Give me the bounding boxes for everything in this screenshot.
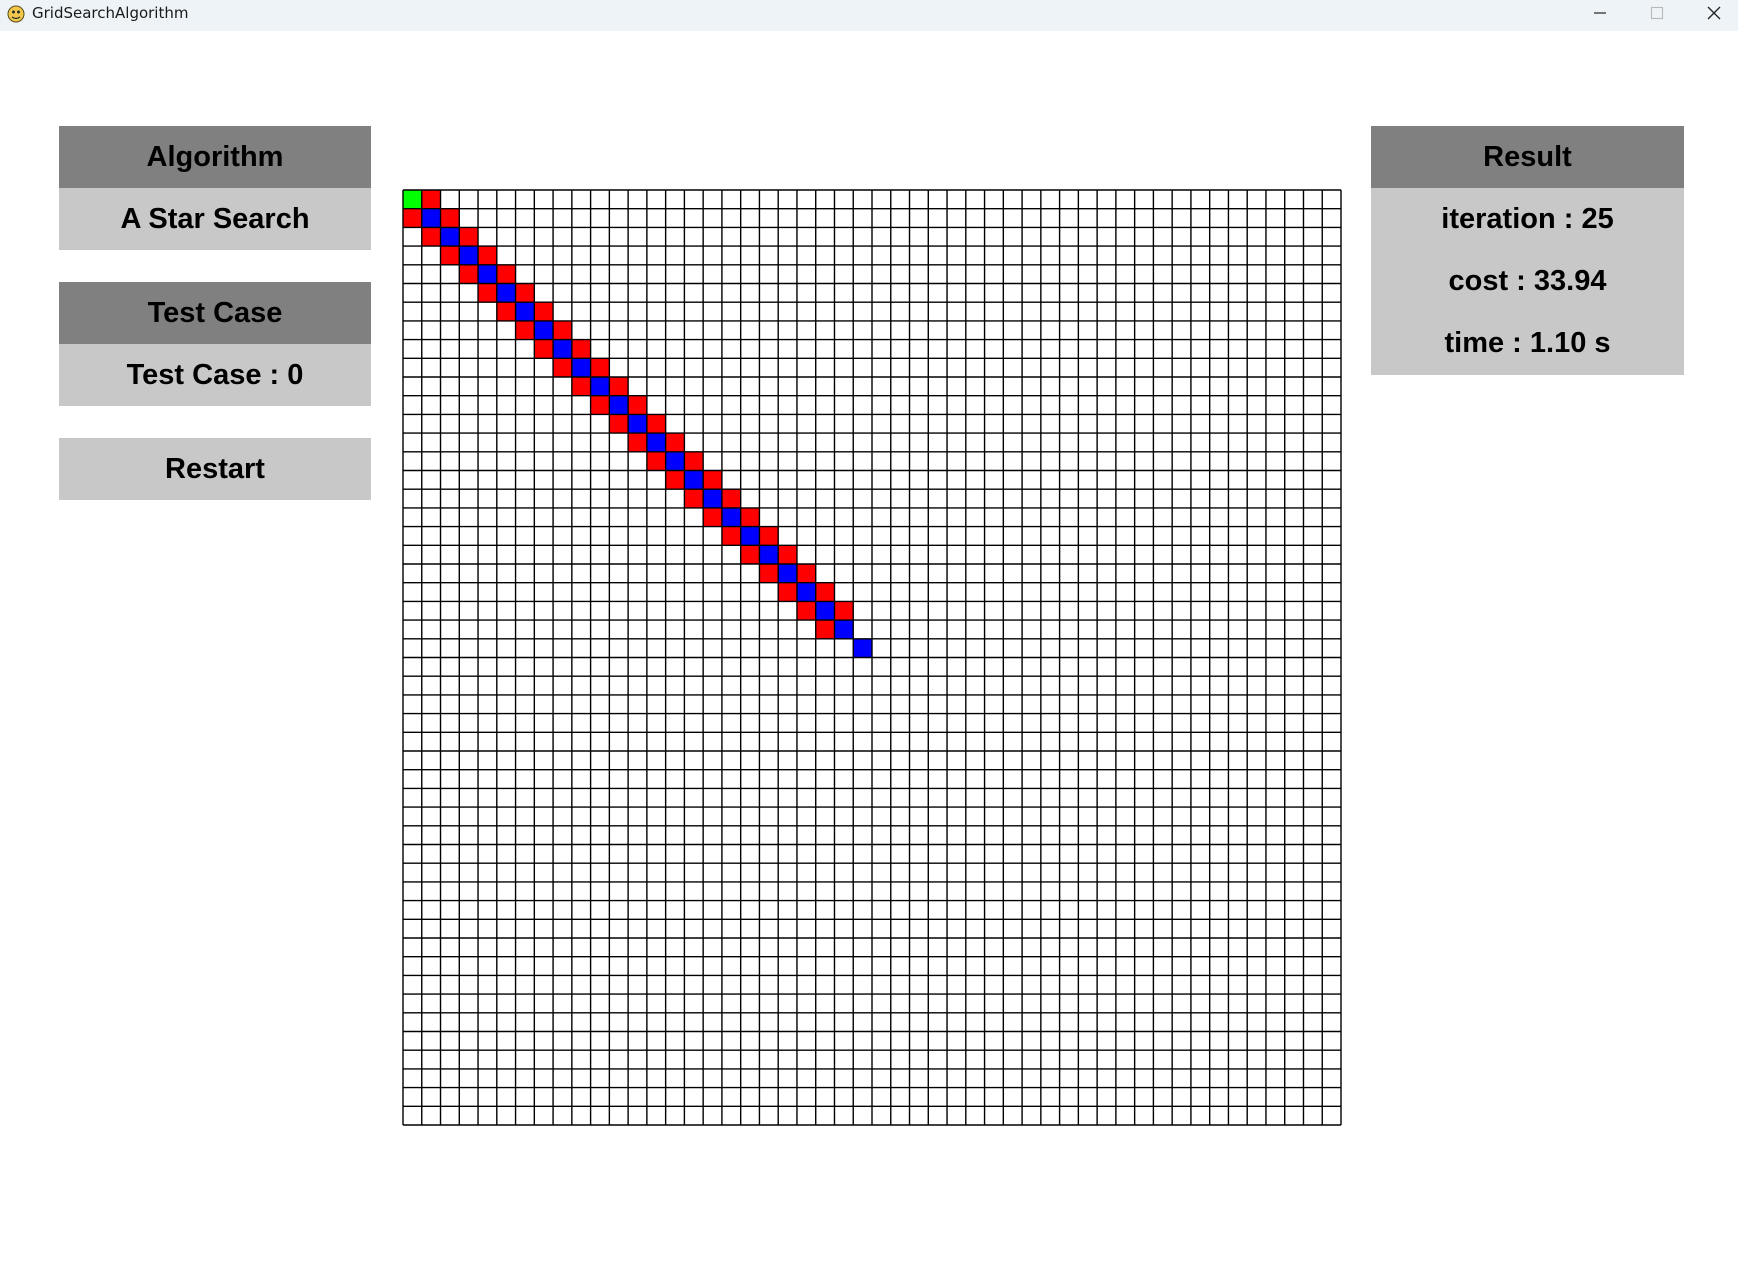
explored-cell[interactable] <box>646 414 666 434</box>
explored-cell[interactable] <box>534 302 554 321</box>
explored-cell[interactable] <box>796 564 816 583</box>
maximize-button[interactable] <box>1629 0 1685 26</box>
path-cell[interactable] <box>684 470 704 490</box>
algorithm-panel: Algorithm A Star Search <box>59 126 371 250</box>
explored-cell[interactable] <box>590 395 610 415</box>
explored-cell[interactable] <box>721 489 741 508</box>
close-button[interactable] <box>1686 0 1738 26</box>
path-cell[interactable] <box>665 451 685 471</box>
path-cell[interactable] <box>721 507 741 527</box>
path-cell[interactable] <box>590 377 610 396</box>
maximize-icon <box>1650 6 1664 20</box>
restart-button[interactable]: Restart <box>59 438 371 500</box>
explored-cell[interactable] <box>515 283 535 303</box>
test-case-selector[interactable]: Test Case : 0 <box>59 344 371 406</box>
path-cell[interactable] <box>459 246 479 265</box>
explored-cell[interactable] <box>759 526 779 546</box>
explored-cell[interactable] <box>478 283 497 303</box>
explored-cell[interactable] <box>815 620 835 639</box>
path-cell[interactable] <box>515 302 535 321</box>
explored-cell[interactable] <box>684 451 704 471</box>
window-title: GridSearchAlgorithm <box>32 4 189 22</box>
close-icon <box>1707 6 1721 20</box>
path-cell[interactable] <box>609 395 629 415</box>
algorithm-selector[interactable]: A Star Search <box>59 188 371 250</box>
path-cell[interactable] <box>571 358 591 377</box>
path-cell[interactable] <box>628 414 647 434</box>
explored-cell[interactable] <box>628 433 647 452</box>
explored-cell[interactable] <box>740 507 760 527</box>
path-cell[interactable] <box>440 227 460 247</box>
title-bar: GridSearchAlgorithm <box>0 0 1738 31</box>
explored-cell[interactable] <box>721 526 741 546</box>
explored-cell[interactable] <box>834 601 854 621</box>
explored-cell[interactable] <box>740 545 760 564</box>
path-cell[interactable] <box>478 264 497 284</box>
path-cell[interactable] <box>646 433 666 452</box>
explored-cell[interactable] <box>759 564 779 583</box>
path-cell[interactable] <box>740 526 760 546</box>
explored-cell[interactable] <box>553 358 572 377</box>
explored-cell[interactable] <box>590 358 610 377</box>
iteration-value: iteration : 25 <box>1441 202 1614 235</box>
explored-cell[interactable] <box>459 227 479 247</box>
path-cell[interactable] <box>778 564 797 583</box>
cost-value: cost : 33.94 <box>1448 264 1607 297</box>
explored-cell[interactable] <box>459 264 479 284</box>
explored-cell[interactable] <box>534 339 554 359</box>
test-case-header: Test Case <box>59 282 371 344</box>
explored-cell[interactable] <box>440 208 460 228</box>
minimize-icon <box>1594 12 1606 14</box>
explored-cell[interactable] <box>403 208 422 228</box>
algorithm-header: Algorithm <box>59 126 371 188</box>
explored-cell[interactable] <box>421 227 441 247</box>
explored-cell[interactable] <box>628 395 647 415</box>
path-cell[interactable] <box>553 339 572 359</box>
minimize-button[interactable] <box>1572 0 1628 26</box>
result-panel: Result iteration : 25 cost : 33.94 time … <box>1371 126 1684 375</box>
path-cell[interactable] <box>421 208 441 228</box>
explored-cell[interactable] <box>778 545 797 564</box>
explored-cell[interactable] <box>665 433 685 452</box>
path-cell[interactable] <box>815 601 835 621</box>
explored-cell[interactable] <box>646 451 666 471</box>
search-grid[interactable] <box>402 189 1342 1126</box>
explored-cell[interactable] <box>815 582 835 602</box>
explored-cell[interactable] <box>440 246 460 265</box>
explored-cell[interactable] <box>553 320 572 340</box>
path-cell[interactable] <box>534 320 554 340</box>
explored-cell[interactable] <box>609 377 629 396</box>
explored-cell[interactable] <box>684 489 704 508</box>
explored-cell[interactable] <box>571 339 591 359</box>
explored-cell[interactable] <box>703 507 722 527</box>
start-cell[interactable] <box>403 190 422 209</box>
explored-cell[interactable] <box>478 246 497 265</box>
path-cell[interactable] <box>834 620 854 639</box>
path-cell[interactable] <box>496 283 516 303</box>
explored-cell[interactable] <box>515 320 535 340</box>
app-icon <box>7 5 25 23</box>
explored-cell[interactable] <box>703 470 722 490</box>
path-cell[interactable] <box>796 582 816 602</box>
path-cell[interactable] <box>853 638 872 658</box>
explored-cell[interactable] <box>571 377 591 396</box>
explored-cell[interactable] <box>496 302 516 321</box>
path-cell[interactable] <box>703 489 722 508</box>
explored-cell[interactable] <box>609 414 629 434</box>
explored-cell[interactable] <box>778 582 797 602</box>
time-value: time : 1.10 s <box>1444 327 1611 360</box>
explored-cell[interactable] <box>665 470 685 490</box>
result-header: Result <box>1371 126 1684 188</box>
result-body: iteration : 25 cost : 33.94 time : 1.10 … <box>1371 188 1684 375</box>
path-cell[interactable] <box>759 545 779 564</box>
test-case-panel: Test Case Test Case : 0 <box>59 282 371 406</box>
explored-cell[interactable] <box>496 264 516 284</box>
explored-cell[interactable] <box>421 190 441 209</box>
explored-cell[interactable] <box>796 601 816 621</box>
